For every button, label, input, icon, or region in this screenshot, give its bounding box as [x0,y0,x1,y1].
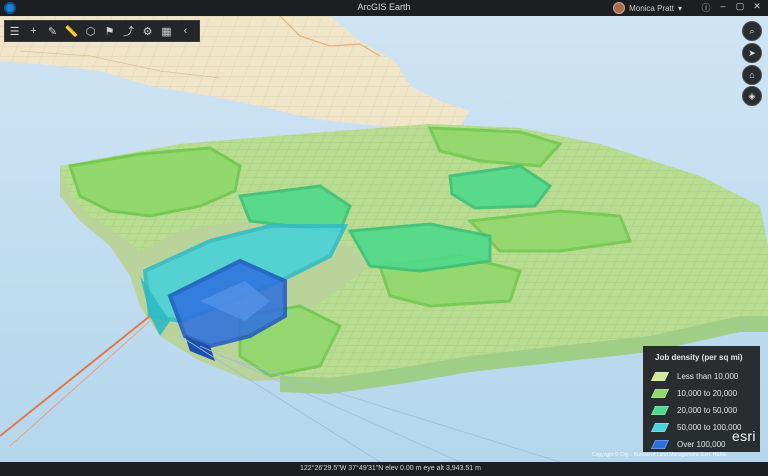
legend-item: Less than 10,000 [650,368,742,385]
user-account[interactable]: Monica Pratt ▾ [613,2,682,14]
legend-label: Over 100,000 [677,440,726,449]
legend-swatch [650,423,670,432]
chevron-down-icon: ▾ [677,3,682,13]
legend-item: Over 100,000 [650,436,742,453]
attribution[interactable]: Copyright © City... Bureau of Land Manag… [592,452,727,458]
close-icon[interactable]: ✕ [752,1,762,14]
legend-label: Less than 10,000 [677,372,739,381]
help-icon[interactable]: ⓘ [701,1,711,14]
collapse-icon[interactable]: ‹ [176,22,195,40]
coordinate-readout: 122°26'29.5"W 37°49'31"N elev 0.00 m eye… [300,465,481,472]
esri-logo: esri [732,428,756,444]
layers-icon[interactable]: ◈ [742,86,762,106]
legend-swatch [650,406,670,415]
zone-tenderloin [347,222,492,273]
maximize-icon[interactable]: ▢ [735,1,745,14]
legend-swatch [650,440,670,449]
navigate-icon[interactable]: ➤ [742,43,762,63]
apps-icon[interactable]: ▦ [157,22,176,40]
minimize-icon[interactable]: – [718,1,728,14]
list-icon[interactable]: ☰ [5,22,24,40]
share-icon[interactable]: ⤴ [119,22,138,40]
bookmark-icon[interactable]: ⚑ [100,22,119,40]
legend-item: 50,000 to 100,000 [650,419,742,436]
legend-title: Job density (per sq mi) [655,353,743,362]
avatar [613,2,626,14]
status-bar: 122°26'29.5"W 37°49'31"N elev 0.00 m eye… [0,462,768,476]
home-icon[interactable]: ⌂ [742,65,762,85]
legend-label: 10,000 to 20,000 [677,389,738,398]
title-bar: ArcGIS Earth Monica Pratt ▾ ⓘ – ▢ ✕ [0,0,768,16]
main-toolbar: ☰ + ✎ 📏 ⬡ ⚑ ⤴ ⚙ ▦ ‹ [4,20,200,42]
user-name: Monica Pratt [629,3,674,13]
draw-icon[interactable]: ✎ [43,22,62,40]
search-icon[interactable]: ⌕ [742,21,762,41]
add-icon[interactable]: + [24,22,43,40]
measure-icon[interactable]: 📏 [62,22,81,40]
legend-swatch [650,389,670,398]
legend-swatch [650,372,670,381]
legend-item: 10,000 to 20,000 [650,385,742,402]
zone-soma-east [466,209,633,253]
settings-icon[interactable]: ⚙ [138,22,157,40]
legend-label: 20,000 to 50,000 [677,406,738,415]
cube-icon[interactable]: ⬡ [81,22,100,40]
legend-item: 20,000 to 50,000 [650,402,742,419]
